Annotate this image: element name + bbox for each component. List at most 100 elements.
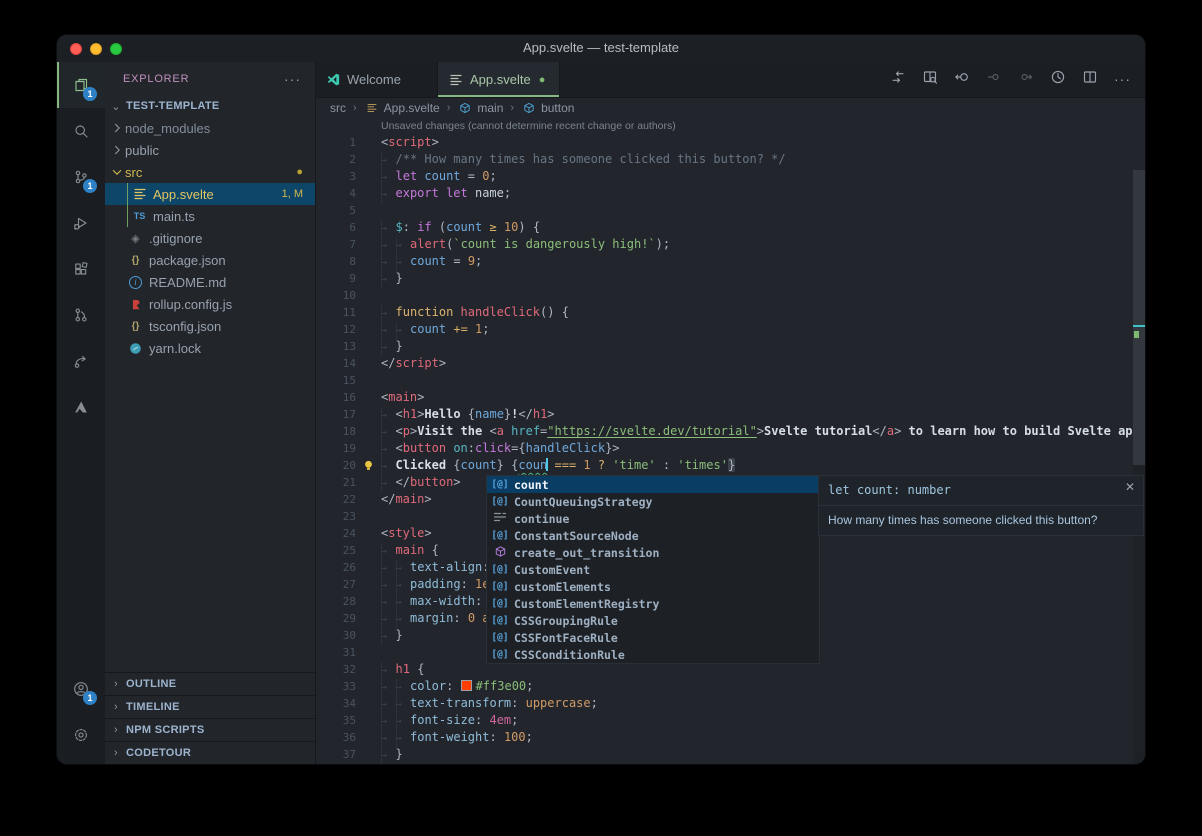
line-number: 6 bbox=[316, 219, 356, 236]
code-line-5[interactable]: 5 bbox=[316, 202, 1145, 219]
code-line-7[interactable]: 7→→alert(`count is dangerously high!`); bbox=[316, 236, 1145, 253]
chevron-right-icon: › bbox=[109, 678, 123, 690]
unsaved-dot: ● bbox=[539, 74, 546, 86]
activity-bar-item-run-debug[interactable] bbox=[57, 200, 105, 246]
minimize-window-button[interactable] bbox=[90, 43, 102, 55]
activity-bar-item-live-share[interactable] bbox=[57, 338, 105, 384]
codelens-annotation[interactable]: Unsaved changes (cannot determine recent… bbox=[381, 120, 676, 132]
tree-item-main-ts[interactable]: TSmain.ts bbox=[105, 205, 315, 227]
code-line-10[interactable]: 10 bbox=[316, 287, 1145, 304]
activity-bar-item-extensions[interactable] bbox=[57, 246, 105, 292]
code-line-14[interactable]: 14</script> bbox=[316, 355, 1145, 372]
code-line-6[interactable]: 6→$: if (count ≥ 10) { bbox=[316, 219, 1145, 236]
code-line-35[interactable]: 35→→font-size: 4em; bbox=[316, 712, 1145, 729]
close-icon[interactable]: ✕ bbox=[1125, 480, 1135, 494]
code-line-34[interactable]: 34→→text-transform: uppercase; bbox=[316, 695, 1145, 712]
code-line-37[interactable]: 37→} bbox=[316, 746, 1145, 763]
code-line-8[interactable]: 8→→count = 9; bbox=[316, 253, 1145, 270]
scrollbar-slider[interactable] bbox=[1133, 170, 1145, 465]
run-clock-icon[interactable] bbox=[1050, 69, 1066, 90]
code-line-36[interactable]: 36→→font-weight: 100; bbox=[316, 729, 1145, 746]
breadcrumb-separator: › bbox=[353, 102, 357, 114]
tree-item-rollup-config-js[interactable]: rollup.config.js bbox=[105, 293, 315, 315]
suggest-item-continue[interactable]: continue bbox=[487, 510, 819, 527]
workspace-section-header[interactable]: ⌄ TEST-TEMPLATE bbox=[105, 95, 315, 117]
breadcrumb-item-app-svelte[interactable]: App.svelte bbox=[364, 100, 440, 116]
activity-bar: 1 1 1 bbox=[57, 62, 105, 764]
views-more-actions-icon[interactable]: ··· bbox=[284, 71, 301, 87]
code-line-16[interactable]: 16<main> bbox=[316, 389, 1145, 406]
activity-bar-item-explorer[interactable]: 1 bbox=[57, 62, 105, 108]
settings-gear-icon bbox=[73, 727, 89, 743]
code-line-19[interactable]: 19→<button on:click={handleClick}> bbox=[316, 440, 1145, 457]
activity-bar-item-accounts[interactable]: 1 bbox=[57, 666, 105, 712]
code-line-11[interactable]: 11→function handleClick() { bbox=[316, 304, 1145, 321]
open-changes-icon[interactable] bbox=[890, 69, 906, 90]
zoom-window-button[interactable] bbox=[110, 43, 122, 55]
activity-bar-item-source-control[interactable]: 1 bbox=[57, 154, 105, 200]
tree-item--gitignore[interactable]: ◈.gitignore bbox=[105, 227, 315, 249]
code-line-17[interactable]: 17→<h1>Hello {name}!</h1> bbox=[316, 406, 1145, 423]
code-line-2[interactable]: 2→/** How many times has someone clicked… bbox=[316, 151, 1145, 168]
next-change-icon[interactable] bbox=[1018, 69, 1034, 90]
tree-item-readme-md[interactable]: iREADME.md bbox=[105, 271, 315, 293]
pull-request-icon bbox=[73, 307, 89, 323]
code-line-20[interactable]: 20→Clicked {count} {coun === 1 ? 'time' … bbox=[316, 457, 1145, 474]
code-editor[interactable]: Unsaved changes (cannot determine recent… bbox=[316, 117, 1145, 764]
activity-bar-item-search[interactable] bbox=[57, 108, 105, 154]
open-preview-icon[interactable] bbox=[922, 69, 938, 90]
tree-item-tsconfig-json[interactable]: {}tsconfig.json bbox=[105, 315, 315, 337]
code-line-13[interactable]: 13→} bbox=[316, 338, 1145, 355]
tab-app-svelte[interactable]: App.svelte● bbox=[438, 62, 560, 97]
chevron-right bbox=[110, 121, 124, 135]
json-file-icon: {} bbox=[132, 321, 140, 332]
suggest-item-constantsourcenode[interactable]: [@]ConstantSourceNode bbox=[487, 527, 819, 544]
activity-bar-item-azure[interactable] bbox=[57, 384, 105, 430]
code-line-3[interactable]: 3→let count = 0; bbox=[316, 168, 1145, 185]
previous-change-icon[interactable] bbox=[986, 69, 1002, 90]
activity-bar-item-settings[interactable] bbox=[57, 712, 105, 758]
go-back-icon[interactable] bbox=[954, 69, 970, 90]
code-line-18[interactable]: 18→<p>Visit the <a href="https://svelte.… bbox=[316, 423, 1145, 440]
suggest-item-countqueuingstrategy[interactable]: [@]CountQueuingStrategy bbox=[487, 493, 819, 510]
code-line-15[interactable]: 15 bbox=[316, 372, 1145, 389]
tree-item-package-json[interactable]: {}package.json bbox=[105, 249, 315, 271]
line-number: 28 bbox=[316, 593, 356, 610]
suggest-item-cssfontfacerule[interactable]: [@]CSSFontFaceRule bbox=[487, 629, 819, 646]
suggest-item-customelements[interactable]: [@]customElements bbox=[487, 578, 819, 595]
tree-item-yarn-lock[interactable]: yarn.lock bbox=[105, 337, 315, 359]
code-line-33[interactable]: 33→→color: #ff3e00; bbox=[316, 678, 1145, 695]
more-actions-icon[interactable]: ··· bbox=[1114, 71, 1131, 89]
suggest-item-customevent[interactable]: [@]CustomEvent bbox=[487, 561, 819, 578]
tree-item-node-modules[interactable]: node_modules bbox=[105, 117, 315, 139]
suggest-item-cssgroupingrule[interactable]: [@]CSSGroupingRule bbox=[487, 612, 819, 629]
section-header-npm-scripts[interactable]: ›NPM SCRIPTS bbox=[105, 718, 315, 741]
tree-item-public[interactable]: public bbox=[105, 139, 315, 161]
breadcrumb-item-main[interactable]: main bbox=[457, 100, 503, 116]
section-header-timeline[interactable]: ›TIMELINE bbox=[105, 695, 315, 718]
code-line-1[interactable]: 1<script> bbox=[316, 134, 1145, 151]
ts-file-icon: TS bbox=[134, 211, 146, 221]
tree-item-src[interactable]: src● bbox=[105, 161, 315, 183]
close-window-button[interactable] bbox=[70, 43, 82, 55]
split-editor-icon[interactable] bbox=[1082, 69, 1098, 90]
tree-item-app-svelte[interactable]: App.svelte1, M bbox=[105, 183, 315, 205]
section-header-outline[interactable]: ›OUTLINE bbox=[105, 672, 315, 695]
section-header-codetour[interactable]: ›CODETOUR bbox=[105, 741, 315, 764]
suggest-item-count[interactable]: [@]count bbox=[487, 476, 819, 493]
code-line-12[interactable]: 12→→count += 1; bbox=[316, 321, 1145, 338]
breadcrumb-separator: › bbox=[447, 102, 451, 114]
breadcrumb-item-button[interactable]: button bbox=[521, 100, 574, 116]
code-line-4[interactable]: 4→export let name; bbox=[316, 185, 1145, 202]
activity-bar-item-pull-requests[interactable] bbox=[57, 292, 105, 338]
color-swatch[interactable] bbox=[461, 680, 472, 691]
chevron-down-icon: ⌄ bbox=[109, 100, 123, 113]
breadcrumb-item-src[interactable]: src bbox=[330, 101, 346, 115]
suggest-item-create_out_transition[interactable]: create_out_transition bbox=[487, 544, 819, 561]
code-line-9[interactable]: 9→} bbox=[316, 270, 1145, 287]
line-number: 10 bbox=[316, 287, 356, 304]
suggest-item-cssconditionrule[interactable]: [@]CSSConditionRule bbox=[487, 646, 819, 663]
suggest-item-customelementregistry[interactable]: [@]CustomElementRegistry bbox=[487, 595, 819, 612]
breadcrumb: src›App.svelte›main›button bbox=[316, 98, 1145, 118]
tab-welcome[interactable]: Welcome bbox=[316, 62, 438, 97]
